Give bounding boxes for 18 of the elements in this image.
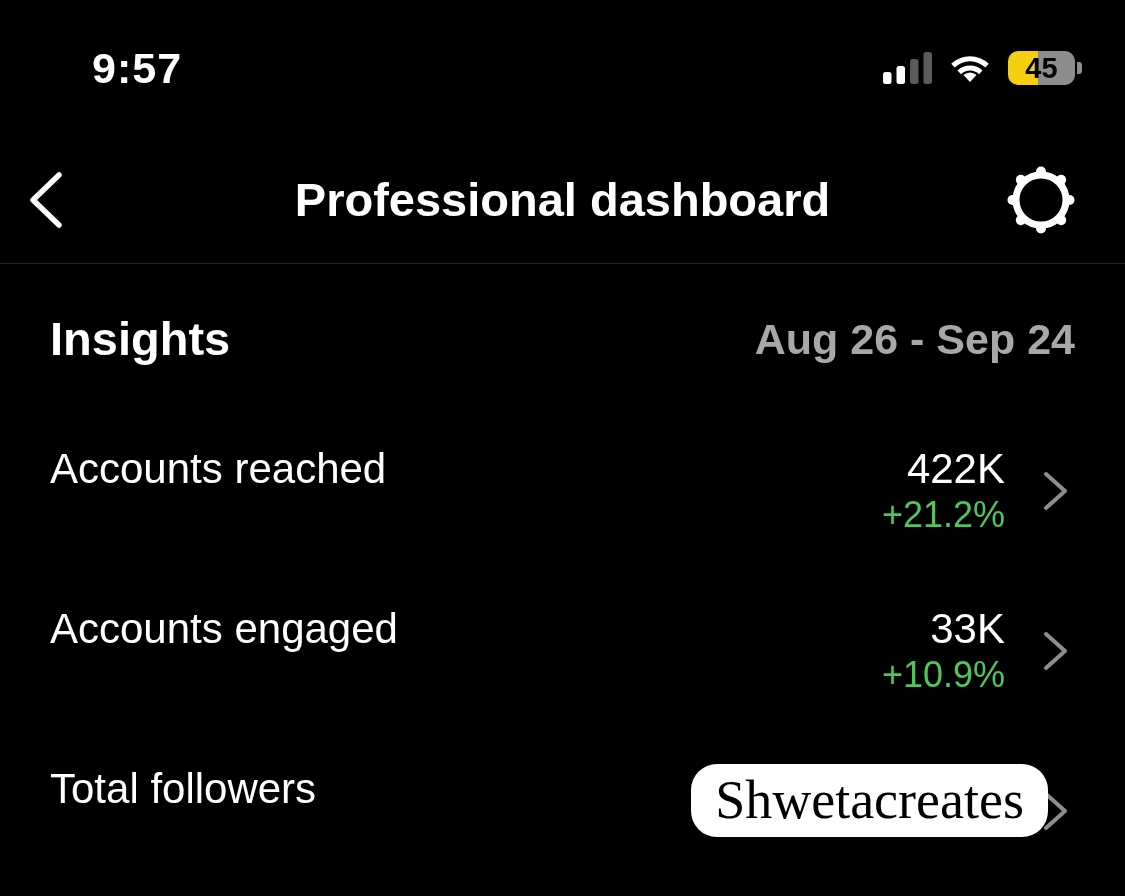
page-title: Professional dashboard: [294, 171, 831, 228]
chevron-icon[interactable]: [1043, 791, 1069, 831]
section-title: Insights: [50, 311, 231, 367]
settings-icon[interactable]: [1007, 165, 1075, 234]
status-time: 9:57: [92, 44, 183, 92]
metric-change: +10.9%: [881, 653, 1005, 697]
metric-label: Total followers: [50, 765, 317, 813]
metric-value: 422K: [906, 445, 1005, 493]
metric-label: Accounts reached: [50, 445, 387, 493]
metric-value: 33K: [930, 605, 1005, 653]
metric-change: +21.2%: [881, 493, 1005, 537]
chevron-icon[interactable]: [1043, 631, 1069, 671]
signal-icon: [883, 52, 932, 84]
back-icon[interactable]: [28, 170, 64, 229]
chevron-icon[interactable]: [1043, 471, 1069, 511]
date-range: Aug 26 - Sep 24: [754, 314, 1075, 365]
metric-label: Accounts engaged: [50, 605, 398, 653]
name-sticker: Shwetacreates: [691, 764, 1048, 837]
